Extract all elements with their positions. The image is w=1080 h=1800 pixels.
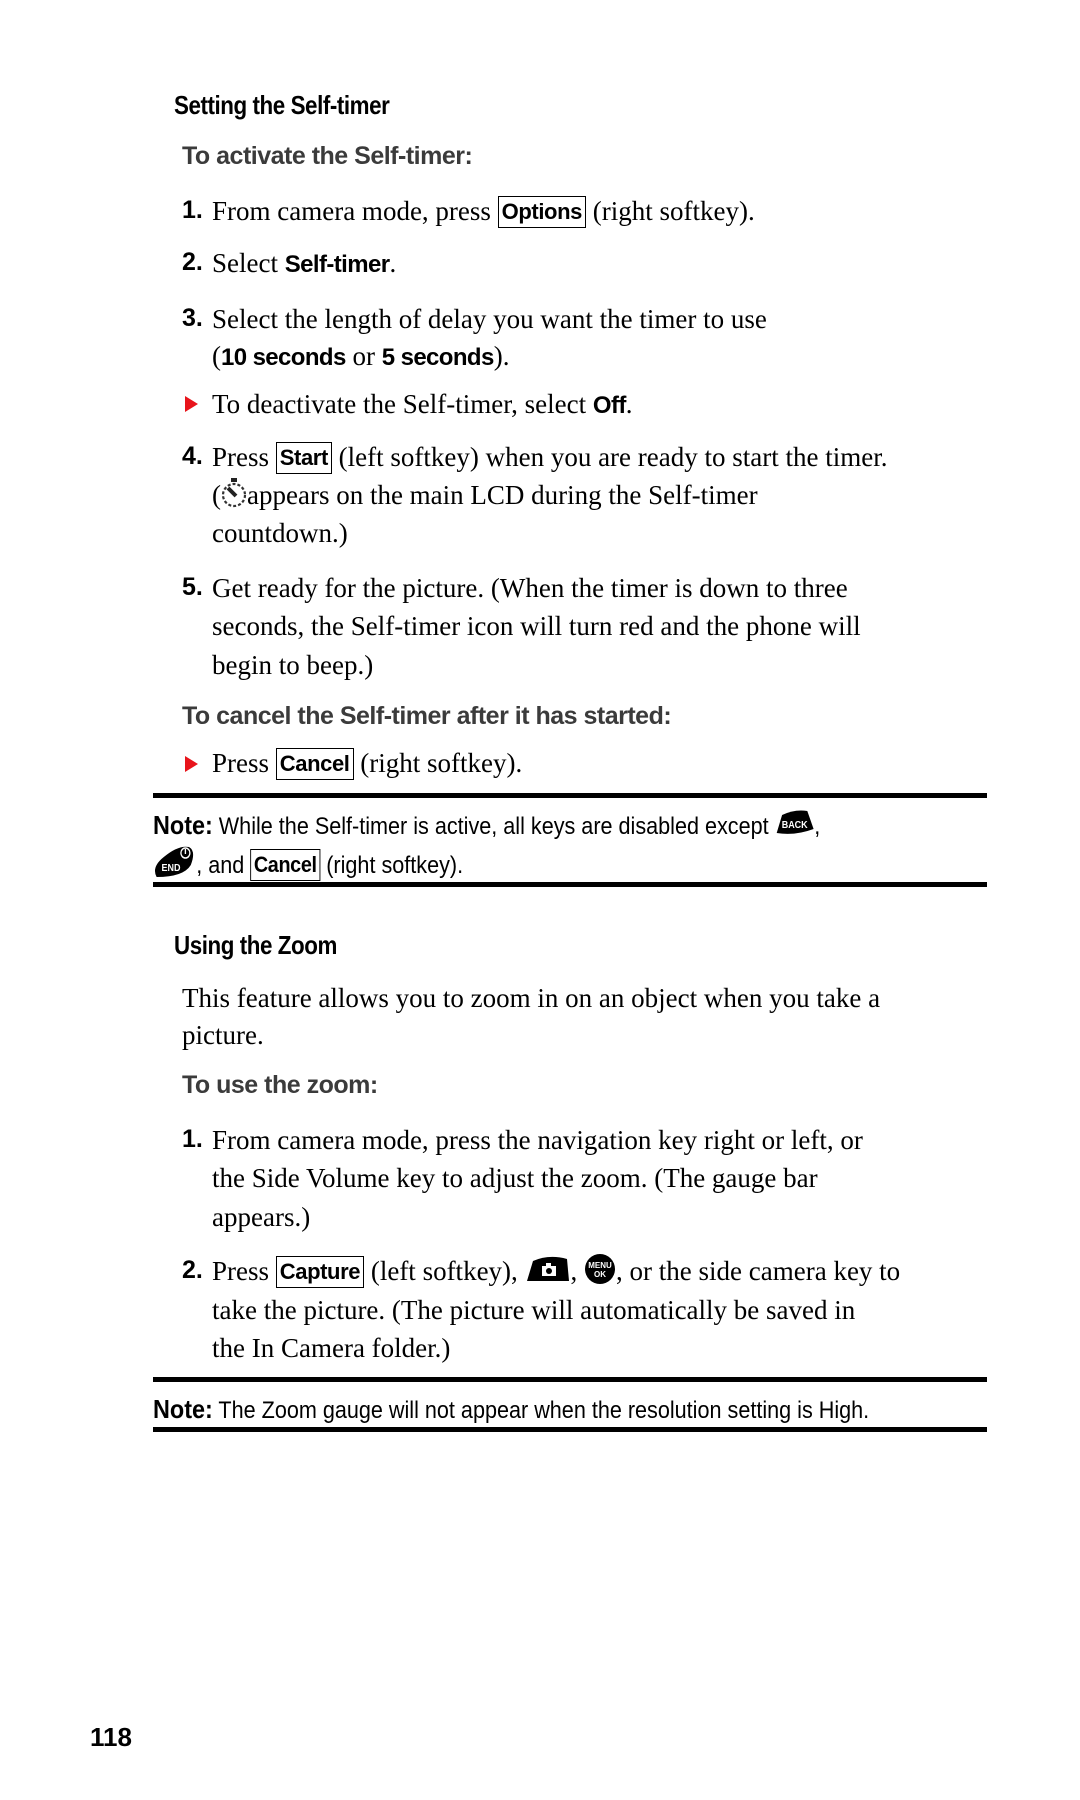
note-rule-bottom [153,882,987,887]
step-number: 2. [182,1256,203,1284]
cancel-softkey: Cancel [275,748,354,780]
start-softkey: Start [275,442,332,474]
subheading-use-zoom: To use the zoom: [182,1071,378,1099]
note-label: Note: [153,810,213,840]
intro-text: This feature allows you to zoom in on an… [182,983,881,1013]
option-10-seconds: 10 seconds [221,344,346,371]
step-text: (left softkey), [370,1256,518,1286]
paren: ). [493,341,510,371]
note-rule-top [153,793,987,798]
note-text: The Zoom gauge will not appear when the … [218,1397,870,1424]
back-key-icon: BACK [775,809,815,846]
bullet-arrow-icon [185,396,198,412]
step-text: From camera mode, press the navigation k… [212,1125,863,1155]
step-text: Get ready for the picture. (When the tim… [212,573,848,603]
svg-text:BACK: BACK [781,820,807,832]
note-text: (right softkey). [326,851,464,879]
intro-text: picture. [182,1020,264,1050]
step-number: 3. [182,304,203,332]
self-timer-option: Self-timer [284,251,390,278]
svg-text:MENU: MENU [588,1261,612,1270]
svg-text:END: END [162,863,181,875]
paren: ( [212,341,221,371]
step-text: the In Camera folder.) [212,1333,451,1363]
camera-key-icon [525,1255,571,1293]
punctuation: . [389,248,397,278]
step-text: Press [212,442,270,472]
punctuation: . [625,389,633,419]
subheading-cancel: To cancel the Self-timer after it has st… [182,702,672,730]
bullet-text: (right softkey). [360,748,523,778]
step-text: (right softkey). [592,196,755,226]
section-heading-zoom: Using the Zoom [174,930,337,960]
menu-ok-key-icon: MENU OK [584,1253,616,1295]
step-text: appears.) [212,1202,311,1232]
note-text: , and [196,851,245,879]
step-text: the Side Volume key to adjust the zoom. … [212,1163,818,1193]
capture-softkey: Capture [275,1256,365,1288]
step-text: begin to beep.) [212,650,374,680]
self-timer-icon [221,477,247,519]
step-text: Select [212,248,278,278]
bullet-arrow-icon [185,756,198,772]
off-option: Off [592,392,626,419]
step-number: 4. [182,442,203,470]
note-text: While the Self-timer is active, all keys… [218,813,769,840]
paren: ( [212,480,221,510]
step-text: seconds, the Self-timer icon will turn r… [212,611,861,641]
step-text: , or the side camera key to [616,1256,901,1286]
step-text: Select the length of delay you want the … [212,304,767,334]
note-label: Note: [153,1394,213,1424]
page-number: 118 [90,1722,132,1752]
step-text: (left softkey) when you are ready to sta… [338,442,888,472]
step-number: 2. [182,248,203,276]
note-self-timer: Note: While the Self-timer is active, al… [153,807,820,846]
option-5-seconds: 5 seconds [381,344,495,371]
section-heading-self-timer: Setting the Self-timer [174,90,390,120]
note-zoom: Note: The Zoom gauge will not appear whe… [153,1391,869,1429]
note-rule-bottom [153,1427,987,1432]
step-text: countdown.) [212,518,348,548]
note-rule-top [153,1377,987,1382]
step-text: take the picture. (The picture will auto… [212,1295,856,1325]
svg-text:OK: OK [594,1270,606,1279]
subheading-activate: To activate the Self-timer: [182,142,473,170]
step-text: appears on the main LCD during the Self-… [247,480,758,510]
options-softkey: Options [497,196,586,228]
step-number: 1. [182,196,203,224]
step-text: Press [212,1256,270,1286]
step-number: 1. [182,1125,203,1153]
step-text: or [352,341,376,371]
cancel-softkey: Cancel [250,848,321,881]
step-text: From camera mode, press [212,196,491,226]
bullet-text: Press [212,748,270,778]
bullet-text: To deactivate the Self-timer, select [212,389,587,419]
step-number: 5. [182,573,203,601]
